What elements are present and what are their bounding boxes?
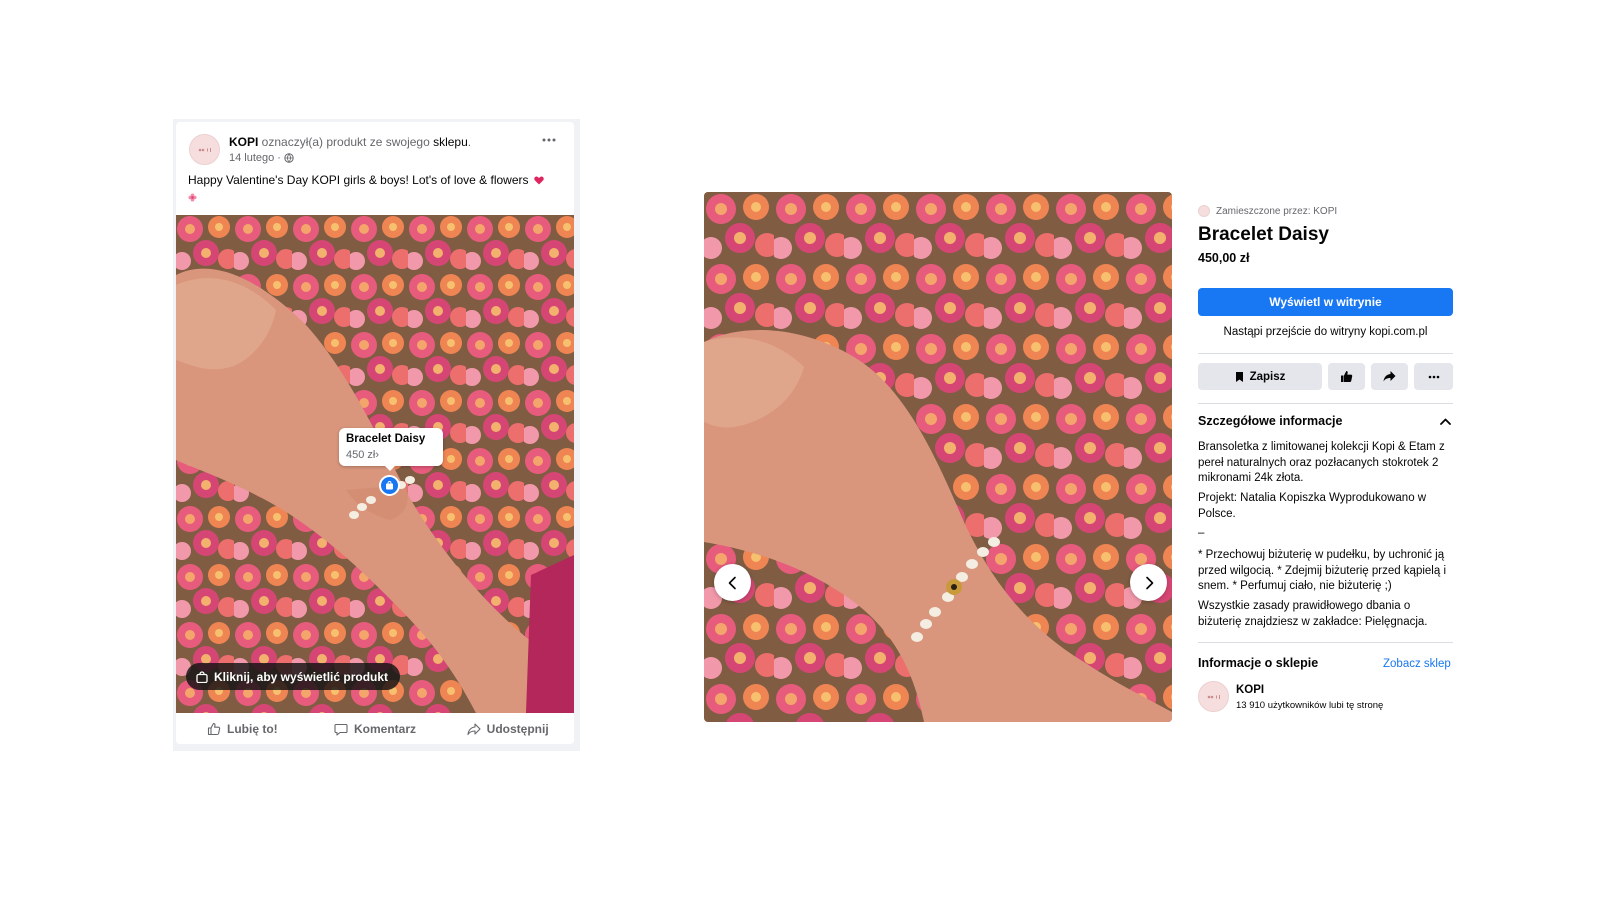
shop-link[interactable]: sklepu	[433, 135, 468, 149]
shop-name[interactable]: KOPI	[1236, 684, 1264, 696]
post-meta: 14 lutego ·	[229, 152, 294, 164]
kopi-logo-icon	[198, 148, 211, 152]
details-heading[interactable]: Szczegółowe informacje	[1198, 414, 1342, 428]
more-horizontal-icon	[1428, 375, 1439, 378]
post-message: Happy Valentine's Day KOPI girls & boys!…	[188, 173, 529, 187]
share-button[interactable]: Udostępnij	[441, 713, 574, 744]
comment-label: Komentarz	[354, 721, 417, 736]
product-price: 450,00 zł	[1198, 251, 1250, 265]
shop-info-heading: Informacje o sklepie	[1198, 656, 1319, 670]
post-photo[interactable]: Bracelet Daisy 450 zł› Kliknij, aby wyśw…	[176, 215, 574, 713]
heart-emoji-icon	[534, 176, 544, 185]
shopping-bag-icon	[386, 481, 393, 490]
kopi-logo-icon	[1207, 695, 1220, 699]
thumbs-up-icon	[207, 722, 221, 735]
product-tag-bubble[interactable]: Bracelet Daisy 450 zł›	[339, 428, 443, 471]
chevron-left-icon	[728, 576, 736, 589]
post-card: KOPI oznaczył(a) produkt ze swojego skle…	[176, 122, 574, 744]
tag-product-name: Bracelet Daisy	[346, 433, 426, 445]
page-avatar-small	[1198, 205, 1210, 217]
product-photo-image	[704, 192, 1172, 722]
share-label: Udostępnij	[486, 721, 549, 736]
shopping-bag-icon	[196, 670, 208, 683]
divider	[1198, 642, 1453, 643]
more-horizontal-icon	[542, 138, 556, 142]
save-label: Zapisz	[1249, 370, 1286, 383]
description-paragraph: Bransoletka z limitowanej kolekcji Kopi …	[1198, 441, 1445, 484]
next-image-button[interactable]	[1130, 564, 1167, 601]
shop-avatar[interactable]	[1198, 681, 1229, 712]
description-paragraph: * Przechowuj biżuterię w pudełku, by uch…	[1198, 549, 1447, 592]
description-paragraph: –	[1198, 527, 1205, 539]
shop-likes-count: 13 910 użytkowników lubi tę stronę	[1236, 700, 1384, 711]
meta-separator: ·	[277, 152, 281, 164]
posted-by: Zamieszczone przez: KOPI	[1198, 205, 1337, 217]
previous-image-button[interactable]	[714, 564, 751, 601]
action-text: oznaczył(a) produkt ze swojego	[258, 135, 434, 149]
thumbs-up-icon	[1341, 371, 1353, 382]
more-product-options-button[interactable]	[1414, 363, 1453, 390]
globe-icon	[284, 153, 294, 163]
description-paragraph: Wszystkie zasady prawidłowego dbania o b…	[1198, 600, 1428, 628]
view-product-pill[interactable]: Kliknij, aby wyświetlić produkt	[186, 663, 401, 690]
see-shop-link[interactable]: Zobacz sklep	[1383, 658, 1451, 670]
comment-button[interactable]: Komentarz	[309, 713, 442, 744]
post-action-bar: Lubię to! Komentarz Udostępnij	[176, 713, 574, 744]
like-product-button[interactable]	[1328, 363, 1365, 390]
like-label: Lubię to!	[227, 721, 278, 736]
post-header: KOPI oznaczył(a) produkt ze swojego skle…	[229, 135, 471, 149]
page-avatar[interactable]	[189, 134, 220, 165]
flower-emoji-icon	[188, 193, 197, 202]
post-card-frame: KOPI oznaczył(a) produkt ze swojego skle…	[173, 119, 580, 751]
redirect-note: Nastąpi przejście do witryny kopi.com.pl	[1223, 326, 1428, 338]
author-name[interactable]: KOPI	[229, 135, 258, 149]
tag-price-value: 450 zł	[346, 449, 376, 461]
share-arrow-icon	[467, 722, 481, 735]
product-viewer-photo[interactable]	[704, 192, 1172, 722]
save-button[interactable]: Zapisz	[1198, 363, 1322, 390]
posted-by-label: Zamieszczone przez: KOPI	[1216, 205, 1338, 217]
comment-icon	[334, 723, 348, 736]
like-button[interactable]: Lubię to!	[176, 713, 309, 744]
divider	[1198, 403, 1453, 404]
more-options-button[interactable]	[542, 138, 556, 142]
divider	[1198, 353, 1453, 354]
tag-product-price: 450 zł›	[346, 449, 379, 461]
product-title: Bracelet Daisy	[1198, 224, 1329, 245]
description-paragraph: Projekt: Natalia Kopiszka Wyprodukowano …	[1198, 492, 1427, 520]
share-arrow-icon	[1383, 371, 1396, 382]
bookmark-icon	[1235, 371, 1243, 382]
post-text: Happy Valentine's Day KOPI girls & boys!…	[188, 172, 558, 206]
chevron-up-icon[interactable]	[1440, 418, 1451, 425]
view-on-website-button[interactable]: Wyświetl w witrynie	[1198, 288, 1453, 316]
share-product-button[interactable]	[1371, 363, 1408, 390]
post-date[interactable]: 14 lutego	[229, 152, 274, 164]
chevron-right-icon	[1145, 576, 1153, 589]
tag-arrow: ›	[375, 449, 380, 461]
product-tag-dot[interactable]	[379, 475, 400, 496]
header-period: .	[467, 135, 472, 149]
view-product-label: Kliknij, aby wyświetlić produkt	[214, 669, 389, 684]
